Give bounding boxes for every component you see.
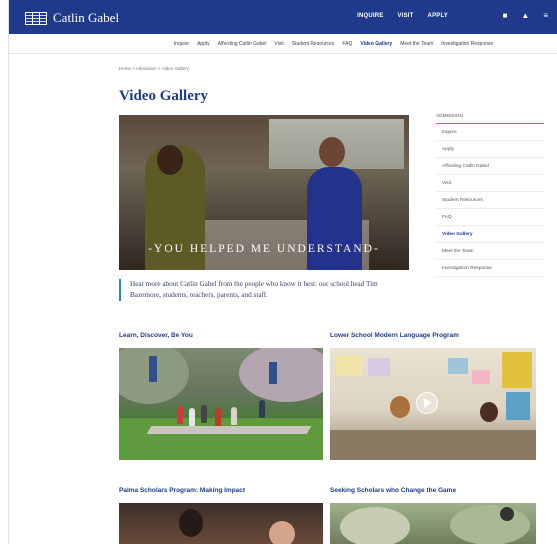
site-logo[interactable]: Catlin Gabel (25, 10, 119, 26)
top-bar: Catlin Gabel INQUIRE VISIT APPLY ■ ▲ ≡ (9, 0, 557, 34)
hero-student-head (319, 137, 345, 167)
play-icon[interactable] (416, 392, 438, 414)
sidebar-item-video-gallery[interactable]: Video Gallery (436, 226, 544, 243)
tree-shape (340, 507, 410, 544)
section-nav: Inquire Apply Affording Catlin Gabel Vis… (9, 34, 557, 54)
section-nav-faq[interactable]: FAQ (342, 41, 352, 47)
section-nav-student-resources[interactable]: Student Resources (292, 41, 335, 47)
wall-poster (448, 358, 468, 374)
top-nav: INQUIRE VISIT APPLY (357, 13, 448, 19)
child-head (390, 396, 410, 418)
sidebar-nav: ADMISSION Inquire Apply Affording Catlin… (436, 114, 544, 277)
sidebar-item-affording[interactable]: Affording Catlin Gabel (436, 158, 544, 175)
section-nav-affording[interactable]: Affording Catlin Gabel (218, 41, 267, 47)
student-head (179, 509, 203, 537)
video-thumb-seeking-scholars[interactable] (330, 503, 536, 544)
section-nav-inquire[interactable]: Inquire (174, 41, 189, 47)
page-title: Video Gallery (119, 88, 209, 104)
wall-poster (336, 356, 362, 376)
video-thumb-learn-discover[interactable] (119, 348, 323, 460)
classroom-table (330, 430, 536, 460)
logo-text: Catlin Gabel (53, 10, 120, 25)
path (146, 426, 312, 434)
video-title-modern-language[interactable]: Lower School Modern Language Program (330, 332, 459, 339)
video-title-learn-discover[interactable]: Learn, Discover, Be You (119, 332, 193, 339)
blossom-tree-shape (239, 348, 323, 402)
breadcrumb[interactable]: Home > Admission > Video Gallery (119, 66, 189, 71)
wall-poster (506, 392, 530, 420)
hero-caption: -YOU HELPED ME UNDERSTAND- (148, 243, 380, 255)
student-figure (189, 408, 195, 426)
top-nav-apply[interactable]: APPLY (428, 13, 448, 19)
student-figure (215, 408, 221, 426)
top-nav-visit[interactable]: VISIT (398, 13, 414, 19)
lawn (119, 418, 323, 460)
sidebar-item-meet-the-team[interactable]: Meet the Team (436, 243, 544, 260)
intro-quote: Hear more about Catlin Gabel from the pe… (119, 279, 409, 301)
section-nav-apply[interactable]: Apply (197, 41, 210, 47)
student-figure (259, 400, 265, 418)
student-figure (177, 406, 183, 424)
user-icon[interactable]: ▲ (521, 11, 529, 21)
sidebar-item-apply[interactable]: Apply (436, 141, 544, 158)
section-nav-video-gallery[interactable]: Video Gallery (360, 41, 392, 47)
section-nav-visit[interactable]: Visit (274, 41, 283, 47)
section-nav-investigation-response[interactable]: Investigation Response (441, 41, 493, 47)
section-nav-meet-the-team[interactable]: Meet the Team (400, 41, 433, 47)
sidebar-item-visit[interactable]: Visit (436, 175, 544, 192)
page-frame: Catlin Gabel INQUIRE VISIT APPLY ■ ▲ ≡ I… (8, 0, 557, 544)
top-icons: ■ ▲ ≡ (503, 11, 548, 21)
menu-icon[interactable]: ≡ (543, 11, 548, 21)
wall-poster (502, 352, 532, 388)
video-thumb-modern-language[interactable] (330, 348, 536, 460)
sidebar-heading[interactable]: ADMISSION (436, 114, 544, 124)
lock-icon[interactable]: ■ (503, 11, 508, 21)
top-nav-inquire[interactable]: INQUIRE (357, 13, 383, 19)
sidebar-item-investigation-response[interactable]: Investigation Response (436, 260, 544, 277)
student-figure (201, 405, 207, 423)
wall-poster (472, 370, 490, 384)
banner (149, 356, 157, 382)
camera-icon (500, 507, 514, 521)
student-figure (231, 407, 237, 425)
sidebar-item-student-resources[interactable]: Student Resources (436, 192, 544, 209)
child-head (480, 402, 498, 422)
wall-poster (368, 358, 390, 376)
banner (269, 362, 277, 384)
sidebar-item-faq[interactable]: FAQ (436, 209, 544, 226)
hero-teacher-head (157, 145, 183, 175)
video-title-palma-scholars[interactable]: Palma Scholars Program: Making Impact (119, 487, 245, 494)
logo-mark-icon (25, 11, 47, 25)
video-thumb-palma-scholars[interactable] (119, 503, 323, 544)
student-head (269, 521, 295, 544)
sidebar-item-inquire[interactable]: Inquire (436, 124, 544, 141)
tree-shape (450, 505, 530, 544)
hero-video[interactable]: -YOU HELPED ME UNDERSTAND- (119, 115, 409, 270)
video-title-seeking-scholars[interactable]: Seeking Scholars who Change the Game (330, 487, 456, 494)
